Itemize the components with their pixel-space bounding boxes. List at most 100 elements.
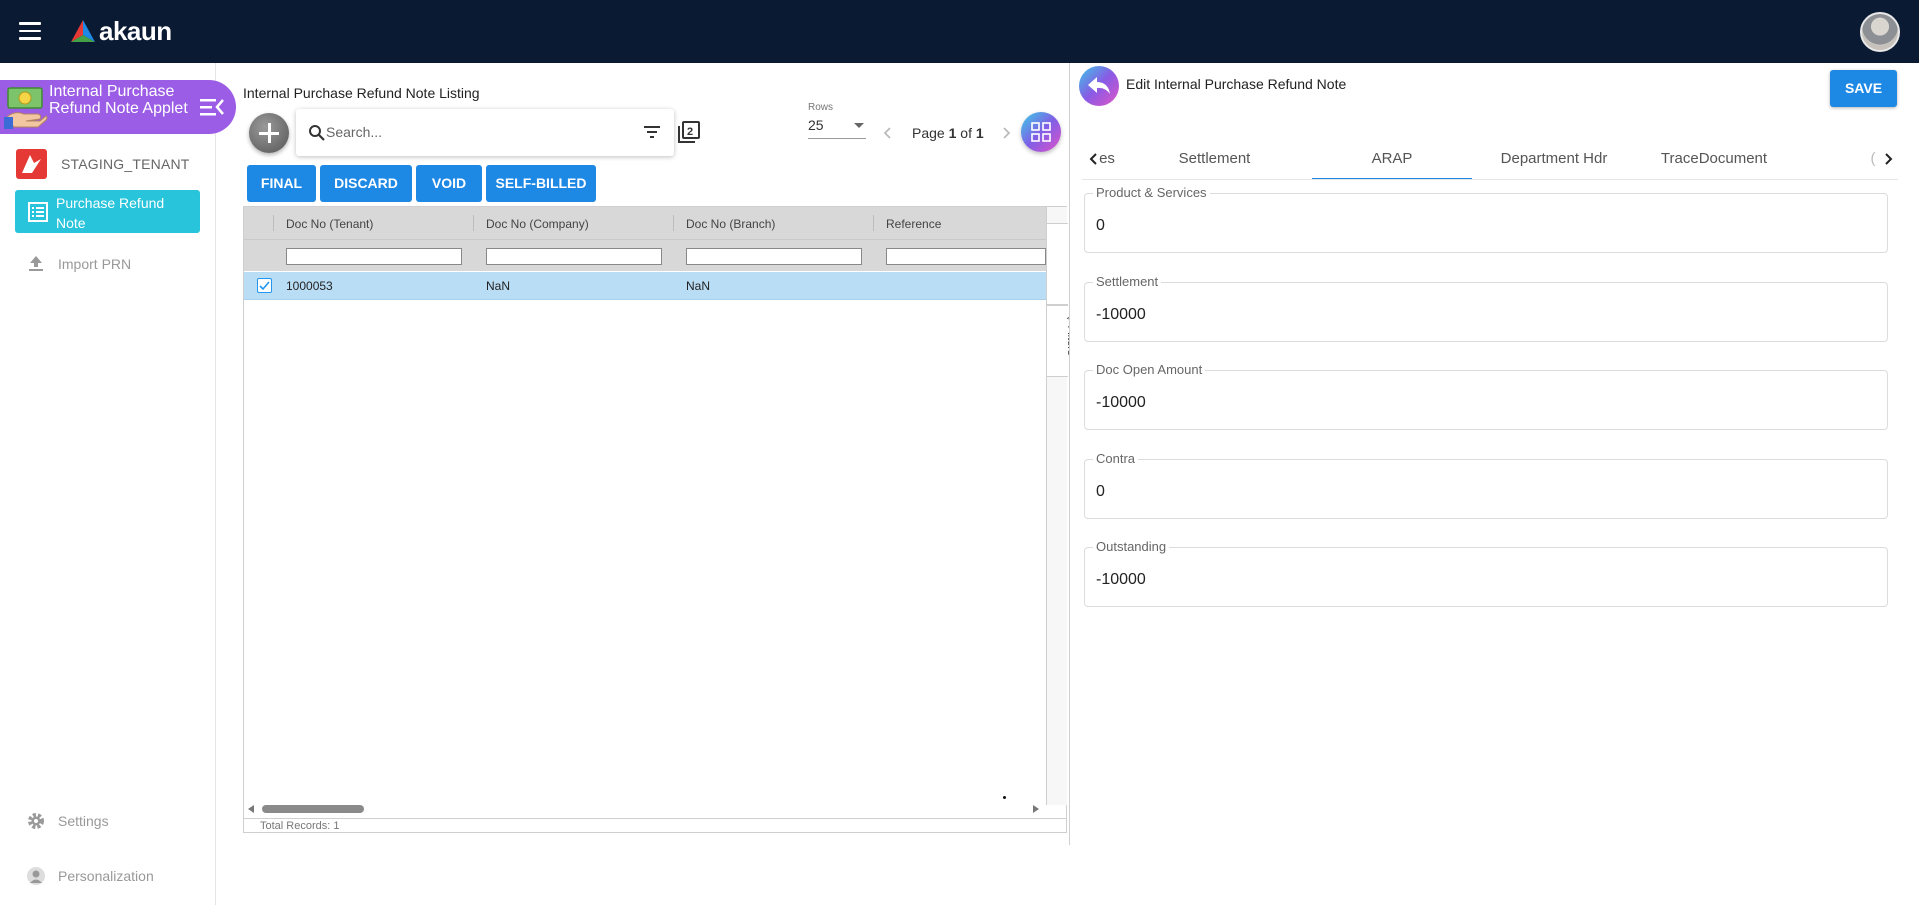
listing-title: Internal Purchase Refund Note Listing: [243, 85, 480, 101]
edit-title: Edit Internal Purchase Refund Note: [1126, 76, 1347, 92]
sidebar-item-settings[interactable]: Settings: [26, 809, 109, 833]
column-header-reference[interactable]: Reference: [886, 217, 941, 231]
filter-input-reference[interactable]: [886, 248, 1046, 265]
doc-open-amount-input[interactable]: [1096, 394, 1856, 412]
rows-per-page[interactable]: Rows 25: [808, 102, 866, 139]
column-separator[interactable]: [273, 215, 274, 231]
column-separator[interactable]: [873, 215, 874, 231]
product-services-input[interactable]: [1096, 217, 1856, 235]
final-button[interactable]: FINAL: [247, 165, 316, 202]
field-label: Outstanding: [1093, 539, 1170, 554]
column-header-doc-no-tenant[interactable]: Doc No (Tenant): [286, 217, 373, 231]
rows-label: Rows: [808, 102, 834, 113]
gear-icon: [28, 813, 44, 829]
data-grid: Doc No (Tenant) Doc No (Company) Doc No …: [243, 206, 1078, 833]
akaun-logo-icon: [71, 20, 95, 42]
person-icon: [27, 867, 45, 885]
edit-panel: Edit Internal Purchase Refund Note SAVE …: [1069, 63, 1919, 845]
grid-header: Doc No (Tenant) Doc No (Company) Doc No …: [244, 207, 1046, 239]
rows-value: 25: [808, 117, 824, 133]
field-label: Settlement: [1093, 274, 1162, 289]
outstanding-input[interactable]: [1096, 571, 1856, 589]
user-avatar[interactable]: [1860, 12, 1900, 52]
tab-arap[interactable]: ARAP: [1312, 138, 1472, 179]
search-icon: [309, 125, 325, 141]
pagination: Page 1 of 1: [880, 122, 1014, 144]
cursor-dot: [1003, 796, 1006, 799]
tenant-logo-icon: [16, 149, 47, 179]
tab-columns[interactable]: ≡ Columns: [1047, 223, 1078, 305]
next-page-icon[interactable]: [998, 125, 1014, 141]
filter-input-doc-no-company[interactable]: [486, 248, 662, 265]
tenant-name: STAGING_TENANT: [61, 156, 190, 172]
horizontal-scrollbar[interactable]: [244, 800, 1046, 818]
back-button[interactable]: [1079, 66, 1119, 106]
sidebar-item-label: Purchase Refund Note: [56, 195, 165, 231]
scrollbar-thumb[interactable]: [262, 805, 364, 813]
tab-trace-document[interactable]: TraceDocument: [1634, 138, 1794, 179]
scroll-left-icon[interactable]: [248, 805, 254, 813]
collapse-menu-icon[interactable]: [198, 95, 226, 119]
discard-button[interactable]: DISCARD: [320, 165, 412, 202]
contra-input[interactable]: [1096, 483, 1856, 501]
menu-icon[interactable]: [19, 22, 41, 40]
cell-doc-no-branch: NaN: [686, 279, 711, 293]
column-separator[interactable]: [673, 215, 674, 231]
column-separator[interactable]: [473, 215, 474, 231]
rows-select[interactable]: 25: [808, 117, 866, 139]
tab-settlement[interactable]: Settlement: [1152, 138, 1277, 179]
tab-partial-left[interactable]: es: [1098, 138, 1116, 179]
save-button[interactable]: SAVE: [1830, 70, 1897, 107]
tab-filters[interactable]: ▽ Filters: [1047, 305, 1077, 377]
cell-doc-no-tenant: 1000053: [286, 279, 333, 293]
self-billed-button[interactable]: SELF-BILLED: [486, 165, 596, 202]
field-doc-open-amount[interactable]: Doc Open Amount: [1084, 362, 1888, 430]
column-header-doc-no-branch[interactable]: Doc No (Branch): [686, 217, 775, 231]
brand-logo[interactable]: akaun: [70, 16, 172, 46]
filter-input-doc-no-tenant[interactable]: [286, 248, 462, 265]
grid-view-button[interactable]: [1021, 112, 1061, 152]
sidebar-item-label: Settings: [58, 813, 109, 829]
brand-name: akaun: [99, 15, 172, 46]
field-label: Doc Open Amount: [1093, 362, 1206, 377]
field-settlement[interactable]: Settlement: [1084, 274, 1888, 342]
sidebar-item-import-prn[interactable]: Import PRN: [26, 252, 131, 276]
column-header-doc-no-company[interactable]: Doc No (Company): [486, 217, 589, 231]
filter-icon[interactable]: [644, 125, 660, 139]
grid-side-panel: ≡ Columns ▽ Filters: [1046, 207, 1078, 805]
search-input[interactable]: [326, 121, 626, 143]
chevron-right-icon[interactable]: [1880, 151, 1896, 167]
field-label: Contra: [1093, 451, 1139, 466]
top-bar: akaun: [0, 0, 1919, 63]
list-icon: [28, 202, 48, 222]
tab-department-hdr[interactable]: Department Hdr: [1474, 138, 1634, 179]
field-product-services[interactable]: Product & Services: [1084, 185, 1888, 253]
sidebar: Internal Purchase Refund Note Applet STA…: [0, 63, 236, 905]
chevron-down-icon: [854, 123, 864, 128]
field-outstanding[interactable]: Outstanding: [1084, 539, 1888, 607]
tab-partial-right[interactable]: (: [1866, 138, 1880, 179]
search-box[interactable]: [296, 109, 674, 156]
table-row[interactable]: 1000053 NaN NaN: [244, 272, 1046, 300]
void-button[interactable]: VOID: [416, 165, 482, 202]
add-button[interactable]: [249, 113, 289, 153]
settlement-input[interactable]: [1096, 306, 1856, 324]
sidebar-item-personalization[interactable]: Personalization: [26, 864, 154, 888]
sidebar-item-purchase-refund-note[interactable]: Purchase Refund Note: [15, 190, 200, 233]
prev-page-icon[interactable]: [880, 125, 896, 141]
refund-money-icon: [4, 87, 48, 129]
sidebar-item-label: Personalization: [58, 868, 154, 884]
sidebar-item-label: Import PRN: [58, 256, 132, 272]
cell-doc-no-company: NaN: [486, 279, 511, 293]
edit-tabs: es Settlement ARAP Department Hdr TraceD…: [1082, 138, 1898, 180]
copy-icon[interactable]: 2: [677, 120, 701, 144]
applet-header: Internal Purchase Refund Note Applet: [0, 80, 236, 134]
back-arrow-icon: [1088, 77, 1110, 94]
tenant-selector[interactable]: STAGING_TENANT: [16, 149, 190, 179]
grid-icon: [1031, 122, 1051, 142]
row-checkbox[interactable]: [257, 278, 272, 293]
scroll-right-icon[interactable]: [1033, 805, 1039, 813]
check-icon: [259, 281, 270, 291]
filter-input-doc-no-branch[interactable]: [686, 248, 862, 265]
field-contra[interactable]: Contra: [1084, 451, 1888, 519]
